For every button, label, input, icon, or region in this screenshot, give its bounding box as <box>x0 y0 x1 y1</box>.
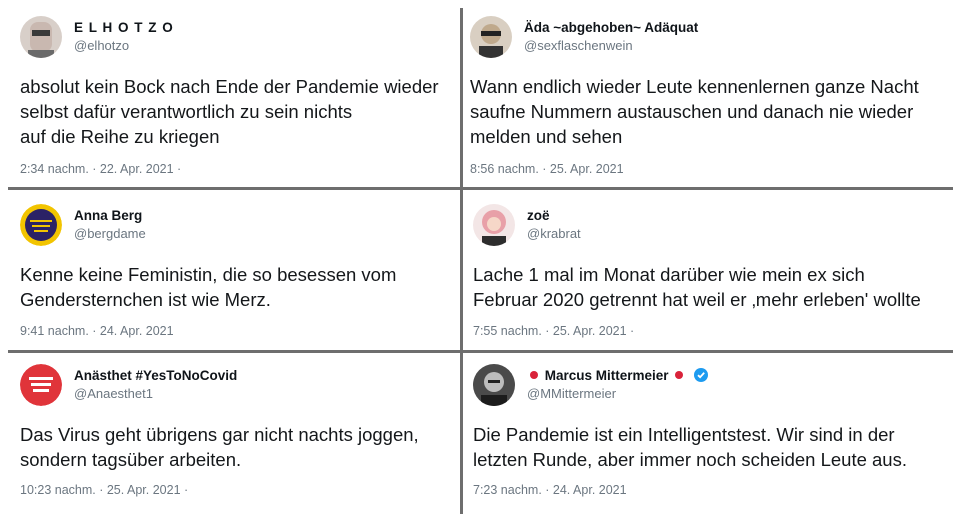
timestamp[interactable]: 10:23 nachm. · 25. Apr. 2021 · <box>20 483 188 497</box>
horizontal-divider-bottom <box>8 350 953 353</box>
tweet-text: Das Virus geht übrigens gar nicht nachts… <box>20 424 419 470</box>
display-name[interactable]: zoë <box>527 208 550 223</box>
username[interactable]: @Anaesthet1 <box>74 386 153 401</box>
tweet-card[interactable]: Anästhet #YesToNoCovid @Anaesthet1 Das V… <box>20 364 456 509</box>
vertical-divider <box>460 8 463 514</box>
avatar[interactable] <box>20 16 62 58</box>
avatar[interactable] <box>470 16 512 58</box>
username[interactable]: @elhotzo <box>74 38 129 53</box>
avatar[interactable] <box>20 204 62 246</box>
rose-icon <box>530 371 538 379</box>
tweet-text: Wann endlich wieder Leute kennenlernen g… <box>470 76 919 147</box>
username[interactable]: @krabrat <box>527 226 581 241</box>
tweet-card[interactable]: zoë @krabrat Lache 1 mal im Monat darübe… <box>473 204 953 344</box>
username[interactable]: @MMittermeier <box>527 386 616 401</box>
tweet-text: Lache 1 mal im Monat darüber wie mein ex… <box>473 264 921 310</box>
timestamp[interactable]: 8:56 nachm. · 25. Apr. 2021 <box>470 162 624 176</box>
tweet-card[interactable]: E L H O T Z O @elhotzo absolut kein Bock… <box>20 16 456 181</box>
username[interactable]: @bergdame <box>74 226 146 241</box>
avatar[interactable] <box>20 364 62 406</box>
tweet-text: Kenne keine Feministin, die so besessen … <box>20 264 397 310</box>
avatar[interactable] <box>473 364 515 406</box>
display-name[interactable]: Äda ~abgehoben~ Adäquat <box>524 20 698 35</box>
username[interactable]: @sexflaschenwein <box>524 38 633 53</box>
tweet-text: Die Pandemie ist ein Intelligentstest. W… <box>473 424 907 470</box>
badge-avatar-icon <box>20 204 62 246</box>
verified-badge-icon <box>694 368 709 382</box>
timestamp[interactable]: 2:34 nachm. · 22. Apr. 2021 · <box>20 162 181 176</box>
display-name[interactable]: Anästhet #YesToNoCovid <box>74 368 237 383</box>
display-name[interactable]: Anna Berg <box>74 208 142 223</box>
tweet-card[interactable]: Äda ~abgehoben~ Adäquat @sexflaschenwein… <box>470 16 950 181</box>
person-pink-hair-avatar-icon <box>473 204 515 246</box>
display-name[interactable]: Marcus Mittermeier <box>545 368 669 383</box>
tweet-card[interactable]: Anna Berg @bergdame Kenne keine Feminist… <box>20 204 456 344</box>
person-sunglasses-avatar-icon <box>470 16 512 58</box>
bw-portrait-avatar-icon <box>473 364 515 406</box>
tweet-card[interactable]: Marcus Mittermeier @MMittermeier Die Pan… <box>473 364 953 509</box>
tweet-text: absolut kein Bock nach Ende der Pandemie… <box>20 76 439 147</box>
timestamp[interactable]: 9:41 nachm. · 24. Apr. 2021 <box>20 324 174 338</box>
timestamp[interactable]: 7:55 nachm. · 25. Apr. 2021 · <box>473 324 634 338</box>
keep-calm-avatar-icon <box>20 364 62 406</box>
avatar[interactable] <box>473 204 515 246</box>
display-name[interactable]: E L H O T Z O <box>74 20 174 35</box>
timestamp[interactable]: 7:23 nachm. · 24. Apr. 2021 <box>473 483 627 497</box>
rose-icon <box>675 371 684 379</box>
display-name-row[interactable]: Marcus Mittermeier <box>527 368 709 383</box>
horizontal-divider-top <box>8 187 953 190</box>
person-avatar-icon <box>20 16 62 58</box>
